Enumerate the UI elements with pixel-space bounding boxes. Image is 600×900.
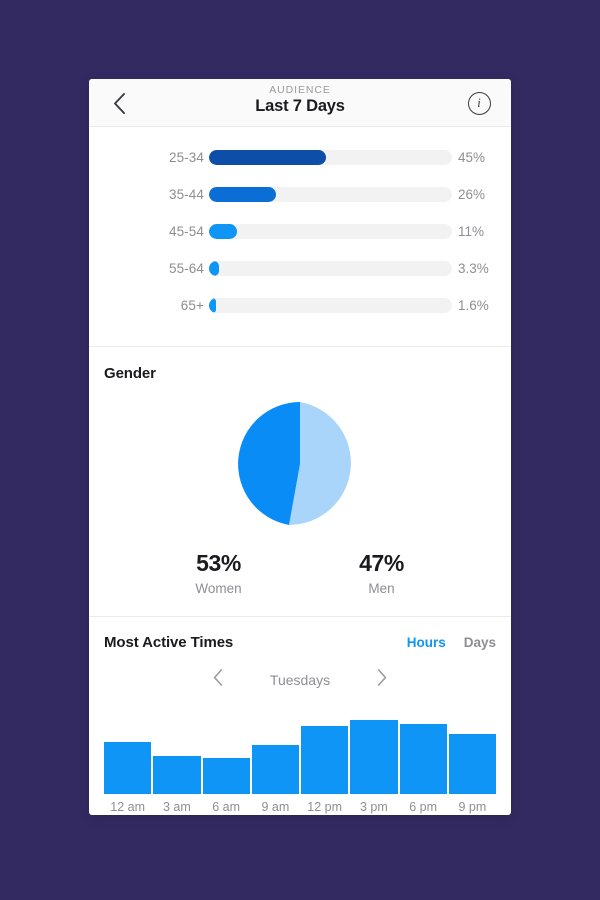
hourly-bar-column <box>202 716 250 794</box>
gender-stat-label: Men <box>368 581 395 596</box>
age-percent-label: 3.3% <box>458 261 489 276</box>
age-row: 35-44 26% <box>89 176 511 213</box>
age-percent-label: 26% <box>458 187 486 202</box>
hourly-activity-chart <box>104 716 496 794</box>
hourly-bar-column <box>104 716 152 794</box>
age-bar-fill <box>209 261 219 276</box>
gender-pie-chart <box>238 402 351 525</box>
chevron-left-icon <box>213 669 223 691</box>
hour-label: 3 pm <box>359 800 388 814</box>
hourly-bar-column <box>399 716 447 794</box>
hour-label: 9 pm <box>458 800 487 814</box>
gender-stat-value: 53% <box>196 550 241 576</box>
age-percent-label: 11% <box>458 224 485 239</box>
age-row: 55-64 3.3% <box>89 250 511 287</box>
hourly-bar <box>104 741 152 794</box>
hour-label: 12 am <box>110 800 145 814</box>
hourly-bar <box>153 755 201 794</box>
gender-stat-women: 53% Women <box>137 550 300 596</box>
audience-card: AUDIENCE Last 7 Days i 25-34 45% 35-44 2… <box>89 79 511 815</box>
hourly-bar <box>202 758 250 794</box>
age-bar-track <box>209 261 452 276</box>
age-distribution-section: 25-34 45% 35-44 26% 45-54 11% 55-64 3.3%… <box>89 127 511 346</box>
age-row: 25-34 45% <box>89 139 511 176</box>
age-range-label: 55-64 <box>168 261 204 276</box>
hourly-bar-column <box>448 716 496 794</box>
gender-stats: 53% Women 47% Men <box>89 550 511 596</box>
age-bar-track <box>209 187 452 202</box>
hourly-bar-column <box>350 716 398 794</box>
age-row: 65+ 1.6% <box>89 287 511 324</box>
age-bar-fill <box>209 224 238 239</box>
header-kicker: AUDIENCE <box>269 84 331 96</box>
age-percent-label: 1.6% <box>458 298 489 313</box>
gender-section-title: Gender <box>104 365 156 382</box>
screen: AUDIENCE Last 7 Days i 25-34 45% 35-44 2… <box>0 0 600 900</box>
hour-label: 6 am <box>212 800 241 814</box>
hour-label: 12 pm <box>307 800 342 814</box>
tab-days[interactable]: Days <box>464 635 496 650</box>
hour-label: 9 am <box>261 800 290 814</box>
age-bar-fill <box>209 150 326 165</box>
times-header: Most Active Times Hours Days <box>89 634 511 651</box>
hour-label: 6 pm <box>409 800 438 814</box>
gender-pie-wrapper <box>89 400 511 528</box>
card-header: AUDIENCE Last 7 Days i <box>89 79 511 127</box>
day-navigator: Tuesdays <box>89 669 511 691</box>
gender-stat-value: 47% <box>359 550 404 576</box>
pie-slice-women <box>238 402 300 525</box>
age-bar-track <box>209 224 452 239</box>
age-bar-fill <box>209 298 217 313</box>
hourly-bar <box>301 726 349 794</box>
age-percent-label: 45% <box>458 150 486 165</box>
hourly-bar <box>399 723 447 794</box>
hourly-axis-labels: 12 am 3 am 6 am 9 am 12 pm 3 pm 6 pm 9 p… <box>104 800 496 814</box>
age-range-label: 65+ <box>180 298 204 313</box>
next-day-button[interactable] <box>373 669 391 691</box>
hourly-bar-column <box>251 716 299 794</box>
age-row: 45-54 11% <box>89 213 511 250</box>
most-active-times-section: Most Active Times Hours Days Tuesdays 12… <box>89 617 511 814</box>
age-range-label: 25-34 <box>168 150 204 165</box>
info-button[interactable]: i <box>459 79 499 127</box>
current-day-label: Tuesdays <box>269 672 331 688</box>
age-range-label: 35-44 <box>168 187 204 202</box>
gender-section: Gender 53% Women 47% Men <box>89 347 511 616</box>
age-bar-track <box>209 150 452 165</box>
hourly-bar <box>350 719 398 794</box>
age-range-label: 45-54 <box>168 224 204 239</box>
age-bar-fill <box>209 187 277 202</box>
gender-stat-label: Women <box>195 581 242 596</box>
age-bar-track <box>209 298 452 313</box>
tab-hours[interactable]: Hours <box>407 635 446 650</box>
hourly-bar-column <box>301 716 349 794</box>
page-title: Last 7 Days <box>255 97 345 115</box>
hourly-bar <box>251 744 299 794</box>
hour-label: 3 am <box>162 800 191 814</box>
times-section-title: Most Active Times <box>104 634 234 651</box>
header-titles: AUDIENCE Last 7 Days <box>89 84 511 116</box>
info-circle-icon: i <box>467 91 491 115</box>
chevron-right-icon <box>377 669 387 691</box>
previous-day-button[interactable] <box>209 669 227 691</box>
gender-stat-men: 47% Men <box>300 550 463 596</box>
hourly-bar <box>448 733 496 794</box>
hourly-bar-column <box>153 716 201 794</box>
